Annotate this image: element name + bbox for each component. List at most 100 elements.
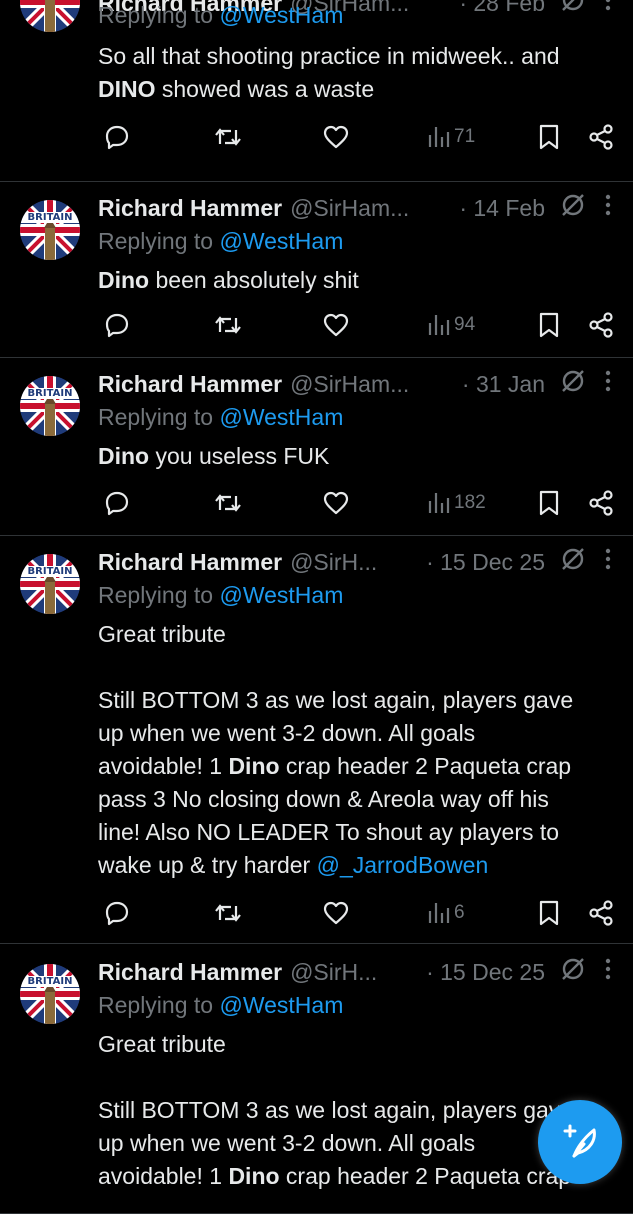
views-button[interactable]: 71 (428, 120, 475, 154)
reply-button[interactable] (104, 308, 130, 342)
views-count: 182 (454, 492, 486, 513)
avatar[interactable]: BRITAIN (20, 964, 80, 1024)
tweet-date[interactable]: · 31 Jan (462, 371, 551, 398)
more-icon[interactable] (603, 192, 613, 224)
like-button[interactable] (323, 308, 349, 342)
tweet-text: So all that shooting practice in midweek… (98, 40, 623, 106)
reply-mention-link[interactable]: @WestHam (219, 582, 343, 608)
avatar[interactable]: BRITAIN (20, 376, 80, 436)
retweet-button[interactable] (214, 308, 242, 342)
author-handle[interactable]: @SirH... (290, 549, 377, 576)
avatar-text: BRITAIN (20, 976, 80, 987)
share-button[interactable] (588, 486, 614, 520)
reply-button[interactable] (104, 896, 130, 930)
more-icon[interactable] (603, 956, 613, 988)
reply-button[interactable] (104, 120, 130, 154)
author-name[interactable]: Richard Hammer (98, 195, 282, 222)
text-segment: avoidable! 1 (98, 1163, 229, 1189)
views-button[interactable]: 94 (428, 308, 475, 342)
views-button[interactable]: 6 (428, 896, 465, 930)
more-icon[interactable] (603, 0, 613, 19)
reply-mention-link[interactable]: @WestHam (219, 404, 343, 430)
replying-to: Replying to @WestHam (98, 992, 343, 1019)
views-icon (428, 901, 450, 925)
reply-button[interactable] (104, 486, 130, 520)
more-icon[interactable] (603, 546, 613, 578)
tweet-text-line: Great tribute (98, 618, 623, 651)
text-segment: Still BOTTOM 3 as we lost again, players… (98, 1097, 574, 1123)
retweet-icon (214, 124, 242, 150)
tweet[interactable]: BRITAIN Richard Hammer @SirHam... · 14 Feb R… (0, 182, 633, 358)
bold-text: DINO (98, 76, 156, 102)
author-name[interactable]: Richard Hammer (98, 549, 282, 576)
tweet-date[interactable]: · 14 Feb (459, 195, 551, 222)
share-button[interactable] (588, 120, 614, 154)
tweet-header: Richard Hammer @SirH... · 15 Dec 25 (98, 955, 613, 989)
tweet-text-line: wake up & try harder @_JarrodBowen (98, 849, 623, 882)
tweet[interactable]: BRITAIN Richard Hammer @SirHam... · 31 Jan R… (0, 358, 633, 536)
author-handle[interactable]: @SirHam... (290, 371, 409, 398)
more-icon[interactable] (603, 368, 613, 400)
replying-to: Replying to @WestHam (98, 2, 343, 29)
retweet-icon (214, 490, 242, 516)
author-handle[interactable]: @SirH... (290, 959, 377, 986)
bookmark-button[interactable] (538, 896, 560, 930)
replying-to-label: Replying to (98, 992, 214, 1018)
tweet-date[interactable]: · 28 Feb (459, 0, 551, 17)
tweet[interactable]: BRITAINRichard Hammer@SirHam...· 28 FebR… (0, 0, 633, 182)
like-icon (323, 125, 349, 149)
tweet-date[interactable]: · 15 Dec 25 (426, 549, 551, 576)
views-icon (428, 313, 450, 337)
reply-mention-link[interactable]: @WestHam (219, 228, 343, 254)
bookmark-icon (538, 490, 560, 516)
reply-icon (104, 312, 130, 338)
grok-icon[interactable] (559, 955, 587, 989)
replying-to: Replying to @WestHam (98, 404, 343, 431)
compose-post-icon (563, 1124, 596, 1158)
tweet-header: Richard Hammer @SirHam... · 31 Jan (98, 367, 613, 401)
reply-mention-link[interactable]: @WestHam (219, 2, 343, 28)
grok-icon[interactable] (559, 0, 587, 20)
retweet-icon (214, 312, 242, 338)
author-name[interactable]: Richard Hammer (98, 959, 282, 986)
bookmark-button[interactable] (538, 308, 560, 342)
bookmark-button[interactable] (538, 120, 560, 154)
like-button[interactable] (323, 896, 349, 930)
text-segment: up when we went 3-2 down. All goals (98, 1130, 476, 1156)
retweet-button[interactable] (214, 120, 242, 154)
grok-icon[interactable] (559, 545, 587, 579)
bookmark-button[interactable] (538, 486, 560, 520)
views-button[interactable]: 182 (428, 486, 486, 520)
text-segment: Still BOTTOM 3 as we lost again, players… (98, 687, 574, 713)
tweet-date[interactable]: · 15 Dec 25 (426, 959, 551, 986)
compose-post-button[interactable] (538, 1100, 622, 1184)
views-count: 71 (454, 126, 476, 147)
tweet[interactable]: BRITAIN Richard Hammer @SirH... · 15 Dec 25… (0, 536, 633, 944)
retweet-button[interactable] (214, 486, 242, 520)
author-handle[interactable]: @SirHam... (290, 195, 409, 222)
like-button[interactable] (323, 486, 349, 520)
author-name[interactable]: Richard Hammer (98, 371, 282, 398)
avatar[interactable]: BRITAIN (20, 200, 80, 260)
views-count: 6 (454, 902, 465, 923)
mention-link[interactable]: @_JarrodBowen (317, 852, 489, 878)
text-segment: crap header 2 Paqueta crap (279, 1163, 572, 1189)
like-button[interactable] (323, 120, 349, 154)
replying-to: Replying to @WestHam (98, 228, 343, 255)
share-button[interactable] (588, 308, 614, 342)
avatar-text: BRITAIN (20, 388, 80, 399)
reply-icon (104, 490, 130, 516)
avatar[interactable]: BRITAIN (20, 0, 80, 32)
avatar[interactable]: BRITAIN (20, 554, 80, 614)
tweet-text-line (98, 651, 623, 684)
reply-icon (104, 124, 130, 150)
share-button[interactable] (588, 896, 614, 930)
bold-text: Dino (228, 1163, 280, 1189)
retweet-button[interactable] (214, 896, 242, 930)
grok-icon[interactable] (559, 191, 587, 225)
tweet[interactable]: BRITAIN Richard Hammer @SirH... · 15 Dec 25… (0, 944, 633, 1214)
reply-mention-link[interactable]: @WestHam (219, 992, 343, 1018)
text-segment: wake up & try harder (98, 852, 317, 878)
tweet-text-line: DINO showed was a waste (98, 73, 623, 106)
grok-icon[interactable] (559, 367, 587, 401)
